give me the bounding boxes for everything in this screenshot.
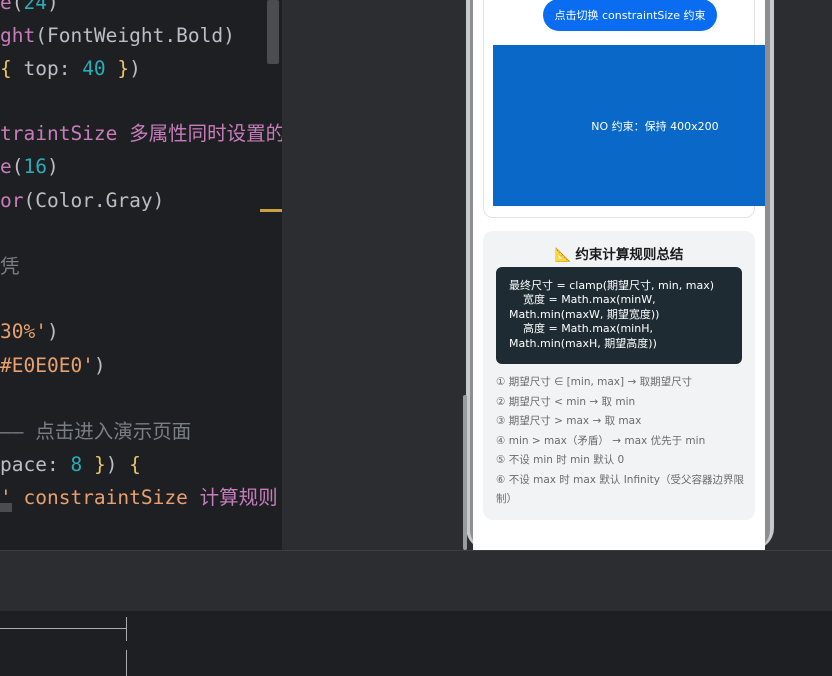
code-token: 30%' bbox=[0, 320, 47, 343]
code-token: ' constraintSize bbox=[0, 486, 200, 509]
rule-item: ④ min > max（矛盾） → max 优先于 min bbox=[496, 434, 706, 447]
code-token: 40 bbox=[82, 57, 106, 80]
code-token: ) bbox=[46, 0, 59, 14]
code-line: pace: 8 }) { bbox=[0, 453, 141, 477]
code-token: (Color.Gray) bbox=[23, 189, 165, 212]
code-token: ( bbox=[11, 0, 24, 14]
code-token: 计算规则 bbox=[199, 486, 278, 509]
code-line: ' constraintSize 计算规则') bbox=[0, 486, 282, 510]
code-token: (FontWeight.Bold) bbox=[35, 24, 235, 47]
code-line: 30%') bbox=[0, 320, 59, 344]
code-token: 24 bbox=[23, 0, 47, 14]
code-token: { bbox=[129, 453, 141, 476]
code-token: 多属性同时设置的‹ bbox=[129, 122, 282, 145]
code-line: 凭 bbox=[0, 255, 20, 279]
rule-item: ① 期望尺寸 ∈ [min, max] → 取期望尺寸 bbox=[496, 376, 693, 388]
code-token: ) bbox=[46, 155, 59, 178]
code-line: ght(FontWeight.Bold) bbox=[0, 24, 235, 48]
toggle-constraint-button[interactable]: 点击切换 constraintSize 约束 bbox=[543, 0, 717, 31]
rule-item: ⑤ 不设 min 时 min 默认 0 bbox=[496, 454, 625, 466]
code-token: ght bbox=[0, 24, 36, 47]
code-token: ) bbox=[129, 57, 141, 80]
code-token: ) bbox=[105, 453, 130, 476]
code-token: { bbox=[0, 57, 24, 80]
code-token: 16 bbox=[23, 155, 47, 178]
code-token: pace: bbox=[0, 453, 71, 476]
formula-block: 最终尺寸 = clamp(期望尺寸, min, max) 宽度 = Math.m… bbox=[496, 267, 742, 364]
rule-item: ⑥ 不设 max 时 max 默认 Infinity（受父容器边界限制） bbox=[496, 473, 744, 506]
code-token: e bbox=[0, 155, 12, 178]
rules-card: 📐 约束计算规则总结 最终尺寸 = clamp(期望尺寸, min, max) 宽… bbox=[483, 231, 755, 520]
rules-title-text: 约束计算规则总结 bbox=[575, 247, 684, 263]
rules-list: ① 期望尺寸 ∈ [min, max] → 取期望尺寸 ② 期望尺寸 < min… bbox=[496, 373, 748, 510]
phone-screen: 点击切换 constraintSize 约束 NO 约束：保持 400x200 … bbox=[473, 0, 765, 550]
code-line: —— 点击进入演示页面 bbox=[0, 420, 191, 444]
code-editor[interactable]: e(24) ght(FontWeight.Bold){ top: 40 }) tra… bbox=[0, 0, 282, 550]
code-line: #E0E0E0') bbox=[0, 354, 106, 378]
rule-item: ② 期望尺寸 < min → 取 min bbox=[496, 395, 636, 408]
tool-window-bar bbox=[0, 550, 832, 611]
phone-side-left bbox=[463, 395, 467, 550]
code-token: #E0E0E0' bbox=[0, 354, 94, 377]
tree-line bbox=[126, 650, 127, 676]
code-token: ) bbox=[46, 320, 59, 343]
tree-line bbox=[0, 628, 127, 629]
demo-box: NO 约束：保持 400x200 bbox=[493, 45, 765, 206]
code-token: } bbox=[82, 453, 106, 476]
code-token: —— 点击进入演示页面 bbox=[0, 420, 192, 443]
code-line: traintSize 多属性同时设置的‹ bbox=[0, 122, 282, 146]
tree-line bbox=[126, 617, 127, 641]
code-token: 8 bbox=[70, 453, 83, 476]
code-line: e(24) bbox=[0, 0, 59, 15]
code-line: e(16) bbox=[0, 155, 59, 179]
demo-box-label: NO 约束：保持 400x200 bbox=[591, 119, 719, 133]
code-line: or(Color.Gray) bbox=[0, 189, 164, 213]
bottom-panel bbox=[0, 611, 832, 676]
code-line: { top: 40 }) bbox=[0, 57, 141, 81]
rule-item: ③ 期望尺寸 > max → 取 max bbox=[496, 415, 642, 427]
editor-vertical-scrollbar[interactable] bbox=[267, 0, 279, 64]
editor-horizontal-scrollbar[interactable] bbox=[0, 503, 12, 512]
triangle-ruler-icon: 📐 bbox=[554, 247, 572, 263]
code-token: e bbox=[0, 0, 12, 14]
rules-title: 📐 约束计算规则总结 bbox=[483, 243, 755, 263]
code-token: traintSize bbox=[0, 122, 130, 145]
code-token: } bbox=[105, 57, 130, 80]
code-token: 凭 bbox=[0, 255, 20, 278]
code-token: or bbox=[0, 189, 24, 212]
editor-hint-marker bbox=[260, 209, 282, 212]
code-token: top: bbox=[23, 57, 83, 80]
code-token: ) bbox=[93, 354, 106, 377]
code-token: ( bbox=[11, 155, 24, 178]
